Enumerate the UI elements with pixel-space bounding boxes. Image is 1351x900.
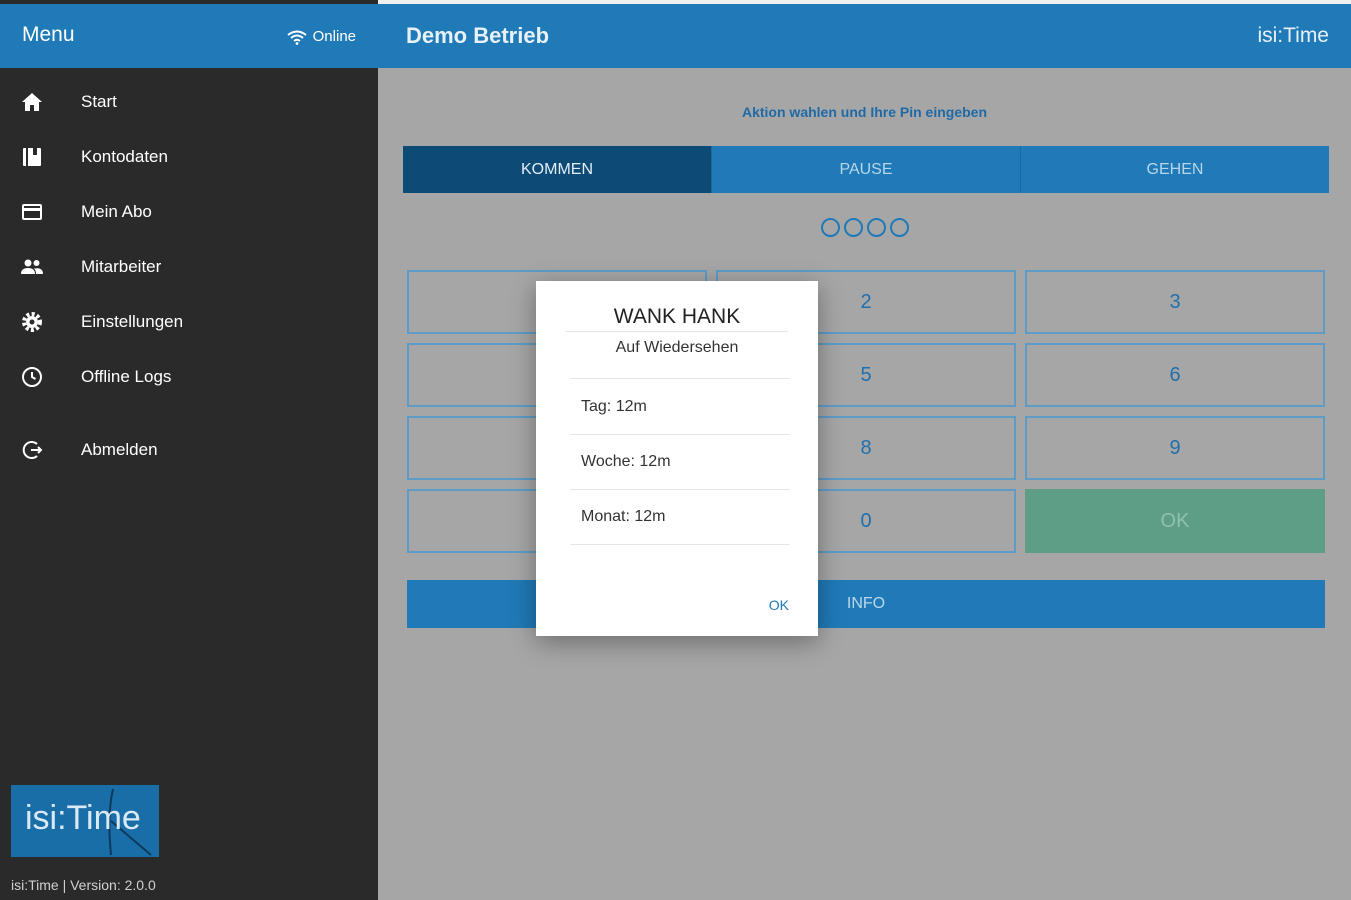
sidebar-item-label: Abmelden xyxy=(81,439,158,459)
action-tabs: KOMMEN PAUSE GEHEN xyxy=(403,146,1329,193)
week-total: Woche: 12m xyxy=(581,453,671,470)
tab-kommen[interactable]: KOMMEN xyxy=(403,146,712,193)
sidebar-item-kontodaten[interactable]: Kontodaten xyxy=(0,129,378,184)
dialog-subtitle: Auf Wiedersehen xyxy=(615,339,739,356)
logo-text: isi:Time xyxy=(25,799,141,837)
divider xyxy=(566,331,788,332)
sidebar-item-label: Einstellungen xyxy=(81,311,184,331)
pin-dot xyxy=(843,218,863,237)
pin-dot xyxy=(820,218,840,237)
online-status: Online xyxy=(287,28,356,45)
sidebar: Menu Online Start Kontodaten Mein Abo Mi… xyxy=(0,0,378,900)
dialog-ok-button[interactable]: OK xyxy=(769,597,789,613)
tab-pause[interactable]: PAUSE xyxy=(712,146,1021,193)
sidebar-item-start[interactable]: Start xyxy=(0,74,378,129)
version-text: isi:Time | Version: 2.0.0 xyxy=(11,877,156,893)
employee-name: WANK HANK xyxy=(613,305,741,328)
sidebar-item-label: Kontodaten xyxy=(81,146,168,166)
pin-dot xyxy=(889,218,909,237)
sidebar-item-label: Offline Logs xyxy=(81,366,172,386)
key-9[interactable]: 9 xyxy=(1025,416,1325,480)
key-ok[interactable]: OK xyxy=(1025,489,1325,553)
month-total: Monat: 12m xyxy=(581,508,666,525)
tab-gehen[interactable]: GEHEN xyxy=(1021,146,1329,193)
book-icon xyxy=(23,148,41,166)
pin-indicator xyxy=(378,218,1351,237)
sidebar-item-mein-abo[interactable]: Mein Abo xyxy=(0,184,378,239)
logout-icon xyxy=(22,441,43,459)
clock-icon xyxy=(22,367,42,387)
key-3[interactable]: 3 xyxy=(1025,270,1325,334)
sidebar-item-offline-logs[interactable]: Offline Logs xyxy=(0,349,378,404)
divider xyxy=(570,544,790,545)
sidebar-item-einstellungen[interactable]: Einstellungen xyxy=(0,294,378,349)
gear-icon xyxy=(22,312,42,332)
sidebar-item-abmelden[interactable]: Abmelden xyxy=(0,422,378,477)
brand-name: isi:Time xyxy=(1257,24,1329,47)
goodbye-dialog: WANK HANK Auf Wiedersehen Tag: 12m Woche… xyxy=(536,281,818,636)
sidebar-item-label: Mein Abo xyxy=(81,201,152,221)
pin-dot xyxy=(866,218,886,237)
wifi-icon xyxy=(287,30,307,45)
divider xyxy=(570,489,790,490)
divider xyxy=(570,378,790,379)
sidebar-header: Menu Online xyxy=(0,4,378,68)
main-area: Demo Betrieb isi:Time Aktion wahlen und … xyxy=(378,0,1351,900)
sidebar-item-label: Mitarbeiter xyxy=(81,256,162,276)
main-header: Demo Betrieb isi:Time xyxy=(378,4,1351,68)
menu-title: Menu xyxy=(22,23,75,46)
instruction-text: Aktion wahlen und Ihre Pin eingeben xyxy=(741,104,988,120)
sidebar-item-mitarbeiter[interactable]: Mitarbeiter xyxy=(0,239,378,294)
home-icon xyxy=(22,93,42,111)
isitime-logo: isi:Time xyxy=(11,785,159,857)
sidebar-nav: Start Kontodaten Mein Abo Mitarbeiter Ei… xyxy=(0,74,378,477)
credit-card-icon xyxy=(22,204,42,220)
key-6[interactable]: 6 xyxy=(1025,343,1325,407)
page-title: Demo Betrieb xyxy=(406,23,550,48)
day-total: Tag: 12m xyxy=(581,398,647,415)
people-icon xyxy=(21,259,43,274)
online-label: Online xyxy=(312,28,356,45)
divider xyxy=(570,434,790,435)
sidebar-item-label: Start xyxy=(81,91,117,111)
